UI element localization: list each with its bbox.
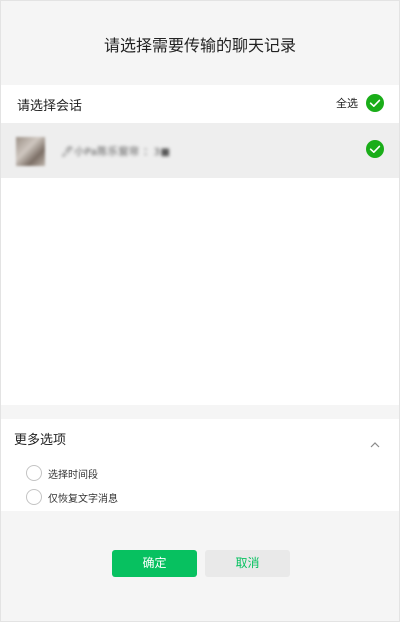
- option-text-only-label: 仅恢复文字消息: [48, 493, 118, 505]
- option-text-only-radio[interactable]: [26, 489, 42, 505]
- conversation-panel-header: 请选择会话 全选: [1, 85, 399, 122]
- select-all-check-icon[interactable]: [366, 94, 384, 112]
- chevron-up-icon[interactable]: [370, 433, 380, 452]
- transfer-dialog: 请选择需要传输的聊天记录 请选择会话 全选 🖊小Pa陈乐窗帘 ：3■ 更多选项: [0, 0, 400, 622]
- select-conversation-label: 请选择会话: [17, 99, 83, 114]
- option-text-only[interactable]: 仅恢复文字消息: [26, 489, 118, 505]
- option-time-range-radio[interactable]: [26, 465, 42, 481]
- conversation-panel: 请选择会话 全选 🖊小Pa陈乐窗帘 ：3■: [1, 85, 399, 405]
- conversation-check-icon[interactable]: [366, 140, 384, 158]
- avatar: [16, 137, 45, 166]
- more-options-title[interactable]: 更多选项: [14, 429, 66, 448]
- conversation-name: 🖊小Pa陈乐窗帘 ：3■: [61, 147, 171, 158]
- more-options-section: 更多选项 选择时间段 仅恢复文字消息: [1, 419, 399, 511]
- cancel-button[interactable]: 取消: [205, 550, 290, 577]
- dialog-title: 请选择需要传输的聊天记录: [103, 36, 296, 55]
- option-time-range[interactable]: 选择时间段: [26, 465, 98, 481]
- confirm-button[interactable]: 确定: [112, 550, 197, 577]
- option-time-range-label: 选择时间段: [48, 469, 98, 481]
- conversation-list-item[interactable]: 🖊小Pa陈乐窗帘 ：3■: [1, 123, 399, 178]
- select-all-label: 全选: [336, 97, 358, 110]
- select-all-toggle[interactable]: 全选: [336, 93, 384, 113]
